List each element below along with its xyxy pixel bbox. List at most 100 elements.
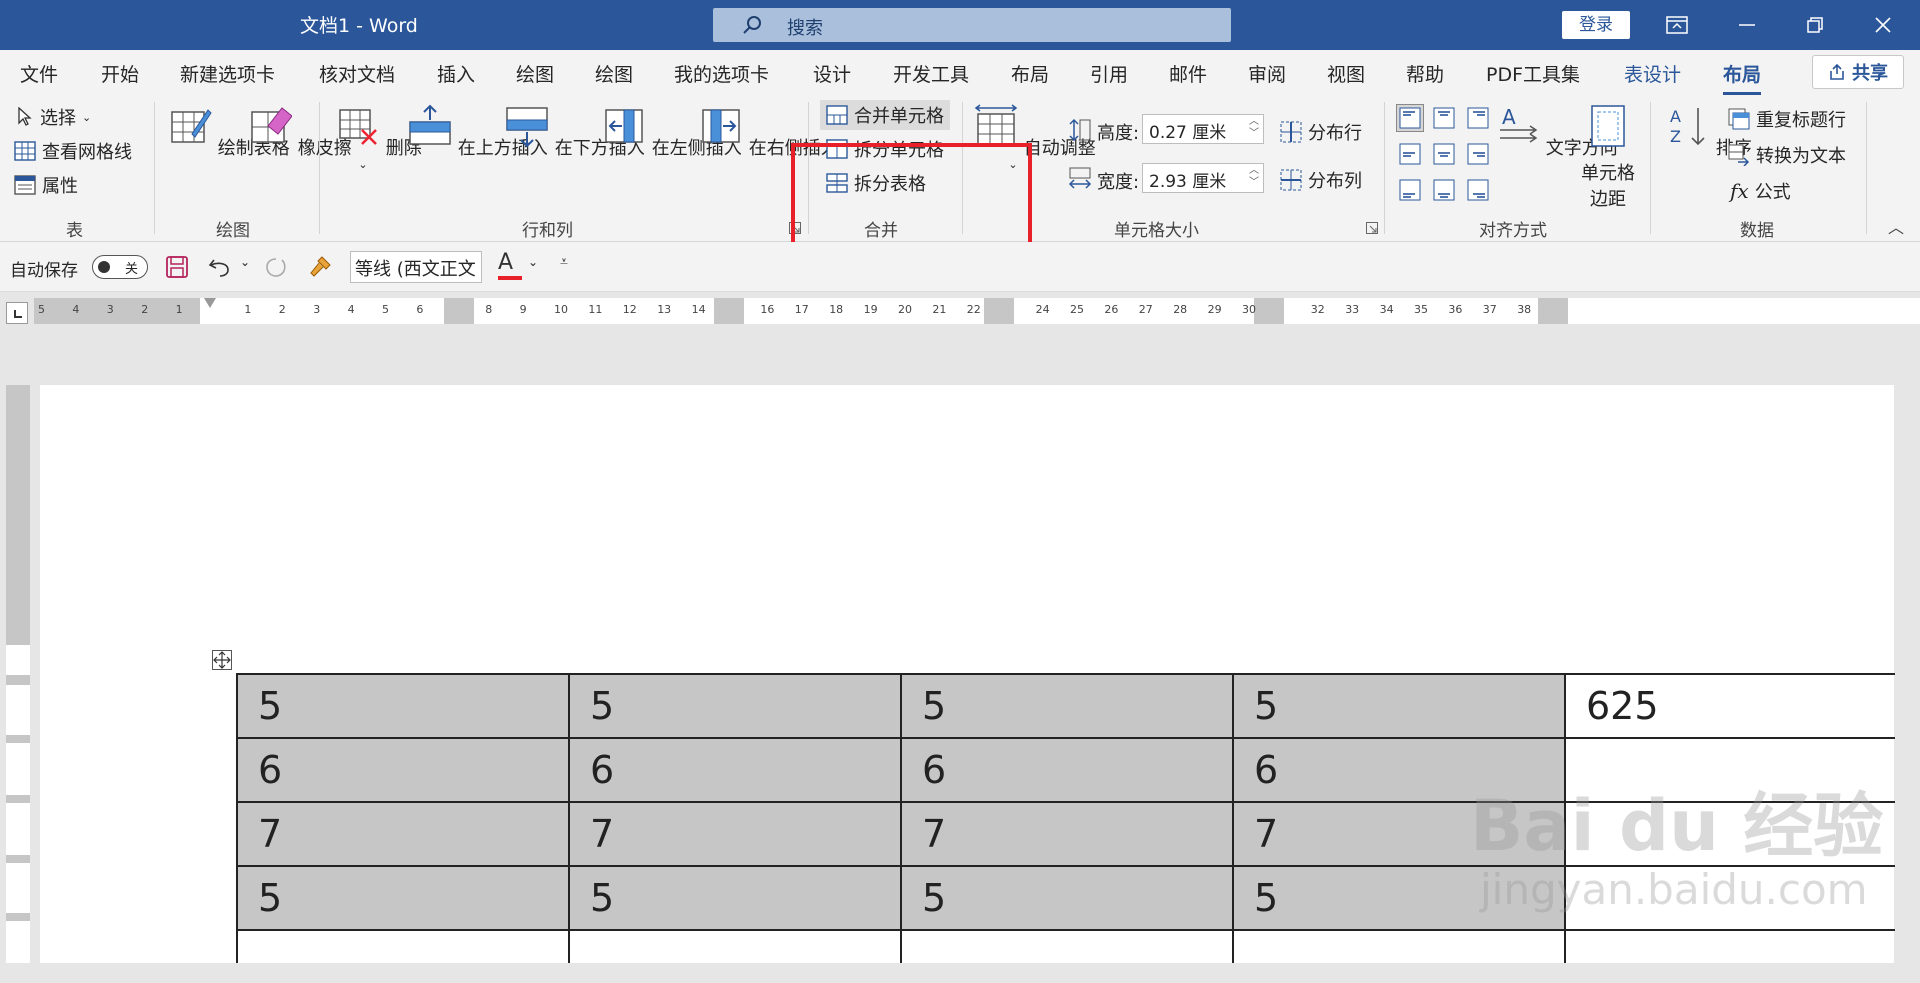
formula-button[interactable]: fx 公式 — [1730, 178, 1791, 204]
tab-draw-2[interactable]: 绘图 — [595, 60, 633, 87]
tab-new-tab[interactable]: 新建选项卡 — [180, 60, 275, 87]
tab-my-tab[interactable]: 我的选项卡 — [674, 60, 769, 87]
width-input[interactable]: 2.93 厘米 ︿ ﹀ — [1142, 163, 1264, 193]
table-move-handle-icon[interactable] — [212, 650, 232, 670]
formula-icon: fx — [1730, 179, 1749, 203]
align-cell-button[interactable] — [1464, 104, 1492, 132]
sort-button[interactable]: AZ 排序 — [1666, 104, 1752, 160]
select-button[interactable]: 选择 ⌄ — [16, 104, 91, 130]
autosave-toggle[interactable]: 关 — [92, 255, 148, 279]
ruler-row-marker — [6, 735, 30, 743]
merge-cells-button[interactable]: 合并单元格 — [820, 100, 950, 130]
tab-design[interactable]: 设计 — [813, 60, 851, 87]
delete-button[interactable]: 删除 ⌄ — [336, 104, 422, 170]
dialog-launcher-icon[interactable] — [1366, 222, 1378, 234]
table-cell[interactable]: 5 — [236, 865, 570, 931]
table-cell[interactable]: 5 — [900, 865, 1234, 931]
table-cell[interactable]: 5 — [236, 673, 570, 739]
customize-qat-icon[interactable]: ⩡ — [560, 254, 568, 270]
table-cell[interactable]: 5 — [568, 673, 902, 739]
font-color-button[interactable]: A — [498, 250, 522, 282]
insert-right-button[interactable]: 在右侧插入 — [699, 104, 839, 160]
text-direction-button[interactable]: A 文字方向 — [1496, 104, 1618, 160]
ruler-row-marker — [6, 913, 30, 921]
login-button[interactable]: 登录 — [1562, 11, 1630, 39]
tab-home[interactable]: 开始 — [101, 60, 139, 87]
tab-draw-1[interactable]: 绘图 — [516, 60, 554, 87]
search-box[interactable]: 搜索 — [713, 8, 1231, 42]
ruler-number: 25 — [1070, 303, 1084, 316]
table-row[interactable]: 5 5 5 5 625 — [236, 673, 1895, 739]
tab-review[interactable]: 审阅 — [1248, 60, 1286, 87]
ribbon-display-options-icon[interactable] — [1662, 10, 1692, 40]
table-cell[interactable]: 625 — [1564, 673, 1895, 739]
collapse-ribbon-icon[interactable]: ︿ — [1888, 214, 1904, 238]
repeat-header-rows-button[interactable]: 重复标题行 — [1728, 106, 1846, 132]
group-separator — [1866, 102, 1867, 234]
view-gridlines-button[interactable]: 查看网格线 — [14, 138, 132, 164]
tab-table-layout[interactable]: 布局 — [1723, 60, 1762, 95]
table-cell[interactable]: 7 — [568, 801, 902, 867]
align-cell-button[interactable] — [1430, 176, 1458, 204]
horizontal-ruler[interactable]: 5 4 3 2 1 1 2 3 4 5 6 8 9 10 11 12 13 14 16 17 18 19 20 21 22 24 2… — [34, 298, 1920, 324]
vertical-ruler[interactable] — [6, 385, 30, 965]
table-cell[interactable]: 5 — [1232, 673, 1566, 739]
distribute-columns-button[interactable]: 分布列 — [1280, 167, 1362, 193]
spin-arrows-icon[interactable]: ︿ ﹀ — [1249, 116, 1259, 140]
tab-insert[interactable]: 插入 — [437, 60, 475, 87]
tab-pdf-tools[interactable]: PDF工具集 — [1486, 60, 1580, 87]
table-cell[interactable]: 5 — [900, 673, 1234, 739]
watermark: Bai du 经验 jingyan.baidu.com — [1470, 770, 1883, 914]
draw-table-button[interactable]: 绘制表格 — [168, 104, 290, 160]
align-cell-button[interactable] — [1464, 140, 1492, 168]
spin-arrows-icon[interactable]: ︿ ﹀ — [1249, 165, 1259, 189]
chevron-down-icon[interactable]: ⌄ — [240, 255, 250, 269]
indent-marker-icon[interactable] — [204, 298, 216, 308]
align-cell-button[interactable] — [1430, 140, 1458, 168]
eraser-button[interactable]: 橡皮擦 — [248, 104, 352, 160]
distribute-rows-button[interactable]: 分布行 — [1280, 119, 1362, 145]
table-cell[interactable]: 7 — [236, 801, 570, 867]
properties-button[interactable]: 属性 — [14, 172, 78, 198]
share-button[interactable]: 共享 — [1812, 55, 1904, 89]
tab-view[interactable]: 视图 — [1327, 60, 1365, 87]
align-cell-button[interactable] — [1396, 140, 1424, 168]
height-input[interactable]: 0.27 厘米 ︿ ﹀ — [1142, 114, 1264, 144]
format-painter-icon[interactable] — [308, 255, 332, 279]
tab-layout[interactable]: 布局 — [1011, 60, 1049, 87]
table-cell[interactable]: 5 — [568, 865, 902, 931]
insert-above-button[interactable]: 在上方插入 — [408, 104, 548, 160]
table-cell[interactable]: 7 — [900, 801, 1234, 867]
tab-file[interactable]: 文件 — [20, 60, 58, 87]
align-cell-button[interactable] — [1396, 104, 1424, 132]
save-icon[interactable] — [166, 256, 188, 278]
chevron-down-icon[interactable]: ⌄ — [528, 255, 538, 269]
redo-icon[interactable] — [264, 256, 288, 278]
insert-below-button[interactable]: 在下方插入 — [505, 104, 645, 160]
cell-margins-button[interactable]: 单元格 边距 — [1578, 104, 1638, 211]
tab-table-design[interactable]: 表设计 — [1624, 60, 1681, 87]
minimize-icon[interactable] — [1732, 10, 1762, 40]
table-cell[interactable]: 6 — [900, 737, 1234, 803]
table-cell[interactable]: 6 — [568, 737, 902, 803]
tab-selector[interactable] — [6, 302, 28, 324]
search-placeholder: 搜索 — [787, 18, 823, 39]
select-label: 选择 — [40, 108, 76, 129]
tab-references[interactable]: 引用 — [1090, 60, 1128, 87]
undo-icon[interactable] — [208, 256, 232, 278]
tab-help[interactable]: 帮助 — [1406, 60, 1444, 87]
close-icon[interactable] — [1868, 10, 1898, 40]
tab-review-doc[interactable]: 核对文档 — [319, 60, 395, 87]
align-cell-button[interactable] — [1464, 176, 1492, 204]
restore-icon[interactable] — [1800, 10, 1830, 40]
chevron-down-icon[interactable]: ⌄ — [465, 255, 475, 269]
tab-developer[interactable]: 开发工具 — [893, 60, 969, 87]
font-name-select[interactable]: 等线 (西文正文 — [350, 251, 482, 283]
align-cell-button[interactable] — [1430, 104, 1458, 132]
tab-mailings[interactable]: 邮件 — [1169, 60, 1207, 87]
align-cell-button[interactable] — [1396, 176, 1424, 204]
table-cell[interactable]: 6 — [236, 737, 570, 803]
ruler-number: 4 — [72, 303, 80, 316]
convert-to-text-button[interactable]: 转换为文本 — [1728, 142, 1846, 168]
insert-left-button[interactable]: 在左侧插入 — [602, 104, 742, 160]
